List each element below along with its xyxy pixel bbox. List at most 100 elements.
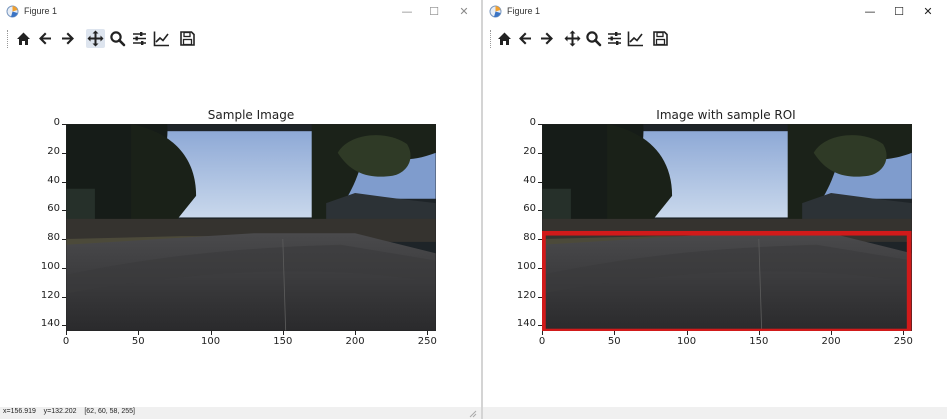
y-tick-label: 40	[47, 174, 60, 186]
forward-button[interactable]	[58, 29, 77, 48]
x-tick-label: 100	[676, 336, 697, 347]
pan-button[interactable]	[563, 29, 582, 48]
x-tick-mark	[686, 331, 688, 335]
y-tick-label: 80	[523, 232, 536, 243]
navigation-toolbar	[0, 25, 481, 53]
close-button[interactable]: ✕	[913, 2, 943, 22]
edit-axis-icon	[153, 31, 169, 47]
edit-axis-button[interactable]	[626, 29, 645, 48]
x-tick-mark	[903, 331, 905, 335]
x-tick-mark	[282, 331, 284, 335]
y-tick-mark	[538, 325, 542, 327]
x-tick-label: 150	[749, 336, 769, 347]
y-tick-label: 0	[529, 117, 536, 128]
back-button[interactable]	[516, 29, 535, 48]
window-title: Figure 1	[24, 6, 58, 16]
y-tick-mark	[62, 267, 66, 269]
x-tick-label: 50	[607, 336, 621, 347]
edit-axis-button[interactable]	[152, 29, 171, 48]
minimize-button[interactable]: —	[855, 2, 885, 22]
close-button[interactable]: ✕	[449, 2, 479, 22]
forward-icon	[62, 32, 74, 45]
y-tick-mark	[538, 239, 542, 240]
back-button[interactable]	[36, 29, 55, 48]
forward-button[interactable]	[537, 29, 556, 48]
configure-subplots-icon	[608, 32, 621, 45]
y-tick-mark	[538, 210, 542, 212]
configure-subplots-icon	[133, 32, 146, 45]
x-tick-label: 250	[893, 336, 913, 347]
edit-axis-icon	[627, 31, 643, 47]
maximize-button[interactable]: ☐	[884, 2, 914, 22]
x-tick-mark	[66, 331, 67, 335]
image-plot[interactable]	[542, 124, 912, 331]
y-tick-mark	[62, 239, 66, 240]
y-tick-mark	[538, 181, 542, 183]
title-bar[interactable]: Figure 1 — ☐ ✕	[483, 0, 947, 24]
x-tick-mark	[427, 331, 429, 335]
minimize-button[interactable]: —	[392, 2, 422, 22]
figure-window-left: Figure 1 — ☐ ✕ Sample Image x=156.919 y=…	[0, 0, 481, 419]
image-plot[interactable]	[66, 124, 436, 331]
home-button[interactable]	[495, 29, 514, 48]
cursor-readout: x=156.919 y=132.202 [62, 60, 58, 255]	[3, 408, 135, 415]
figure-window-right: Figure 1 — ☐ ✕ Image with sample ROI 0 2…	[483, 0, 947, 419]
y-tick-mark	[538, 152, 542, 154]
configure-subplots-button[interactable]	[130, 29, 149, 48]
y-tick-label: 60	[523, 203, 536, 215]
x-tick-mark	[831, 331, 833, 335]
y-tick-label: 140	[516, 318, 536, 330]
matplotlib-app-icon	[489, 5, 502, 18]
y-tick-mark	[62, 296, 66, 298]
y-tick-label: 0	[53, 117, 60, 128]
x-tick-label: 150	[273, 336, 293, 347]
y-tick-mark	[538, 267, 542, 269]
pan-icon	[87, 30, 104, 47]
y-tick-label: 120	[516, 289, 536, 301]
window-title: Figure 1	[507, 6, 541, 16]
y-tick-label: 40	[523, 174, 536, 186]
x-tick-label: 200	[821, 336, 841, 347]
zoom-button[interactable]	[584, 29, 603, 48]
x-tick-mark	[542, 331, 543, 335]
x-tick-mark	[355, 331, 357, 335]
title-bar[interactable]: Figure 1 — ☐ ✕	[0, 0, 481, 24]
y-tick-label: 60	[47, 203, 60, 215]
save-button[interactable]	[651, 29, 670, 48]
x-tick-mark	[138, 331, 140, 335]
x-tick-label: 250	[417, 336, 437, 347]
status-bar: x=156.919 y=132.202 [62, 60, 58, 255]	[0, 407, 481, 419]
save-icon	[653, 31, 668, 46]
status-bar	[483, 407, 947, 419]
y-tick-mark	[538, 296, 542, 298]
toolbar-grip	[7, 30, 10, 48]
x-tick-mark	[758, 331, 760, 335]
home-icon	[17, 32, 30, 45]
y-tick-mark	[62, 325, 66, 327]
resize-grip-icon[interactable]	[469, 410, 477, 418]
x-tick-label: 50	[131, 336, 145, 347]
y-tick-label: 20	[47, 145, 60, 157]
y-tick-label: 80	[47, 232, 60, 243]
maximize-button[interactable]: ☐	[419, 2, 449, 22]
x-tick-mark	[210, 331, 212, 335]
zoom-icon	[586, 31, 602, 47]
y-tick-label: 100	[516, 260, 536, 272]
matplotlib-app-icon	[6, 5, 19, 18]
y-tick-mark	[62, 124, 66, 125]
zoom-button[interactable]	[108, 29, 127, 48]
home-icon	[498, 32, 511, 45]
zoom-icon	[110, 31, 126, 47]
back-icon	[39, 32, 51, 45]
y-tick-mark	[62, 152, 66, 154]
configure-subplots-button[interactable]	[605, 29, 624, 48]
pan-button[interactable]	[86, 29, 105, 48]
home-button[interactable]	[14, 29, 33, 48]
y-tick-label: 100	[40, 260, 60, 272]
back-icon	[519, 32, 531, 45]
y-tick-label: 20	[523, 145, 536, 157]
y-tick-label: 120	[40, 289, 60, 301]
save-button[interactable]	[178, 29, 197, 48]
toolbar-grip	[490, 30, 493, 48]
forward-icon	[541, 32, 553, 45]
